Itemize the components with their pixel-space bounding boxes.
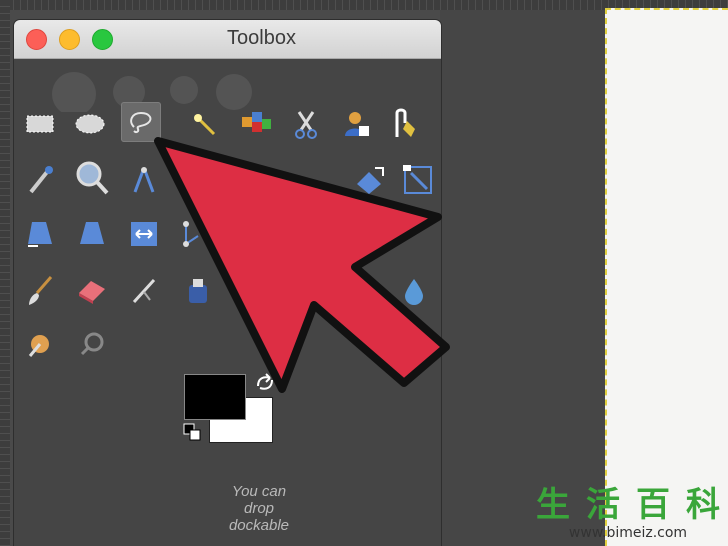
pointer-arrow-icon — [154, 137, 450, 393]
title-bar[interactable]: Toolbox — [14, 20, 441, 59]
lasso-icon — [130, 111, 152, 134]
heal-icon — [80, 332, 104, 356]
ellipse-select-icon — [75, 114, 105, 134]
window-title: Toolbox — [227, 27, 296, 49]
eyedropper-icon — [29, 166, 53, 194]
dodge-burn-tool[interactable] — [20, 324, 60, 364]
rect-select-icon — [26, 115, 54, 133]
dodge-burn-icon — [28, 335, 49, 357]
paintbrush-icon — [29, 276, 53, 305]
vertical-ruler — [0, 0, 10, 546]
scale-icon — [28, 222, 52, 247]
watermark-char: 百 — [636, 485, 670, 525]
zoom-tool[interactable] — [72, 158, 112, 198]
shear-icon — [80, 222, 104, 244]
watermark-char: 活 — [586, 485, 620, 525]
ellipse-select-tool[interactable] — [70, 104, 110, 144]
magic-wand-icon — [194, 114, 216, 136]
watermark-url: www.bimeiz.com — [568, 525, 688, 541]
magnifier-icon — [76, 161, 109, 195]
drop-dockable-hint: You can drop dockable — [228, 483, 290, 534]
watermark-char: 生 — [536, 485, 570, 525]
color-picker-tool[interactable] — [20, 160, 60, 200]
canvas-area — [440, 10, 608, 546]
shear-tool[interactable] — [72, 214, 112, 254]
scale-tool[interactable] — [20, 214, 60, 254]
eraser-icon — [79, 281, 105, 304]
image-canvas[interactable] — [605, 8, 728, 546]
paintbrush-tool[interactable] — [20, 270, 60, 310]
rect-select-tool[interactable] — [20, 104, 60, 144]
site-watermark: 生 活 百 科 www.bimeiz.com — [528, 485, 728, 546]
default-colors-icon[interactable] — [182, 422, 202, 442]
eraser-tool[interactable] — [72, 270, 112, 310]
heal-tool[interactable] — [72, 324, 112, 364]
watermark-char: 科 — [686, 485, 720, 525]
